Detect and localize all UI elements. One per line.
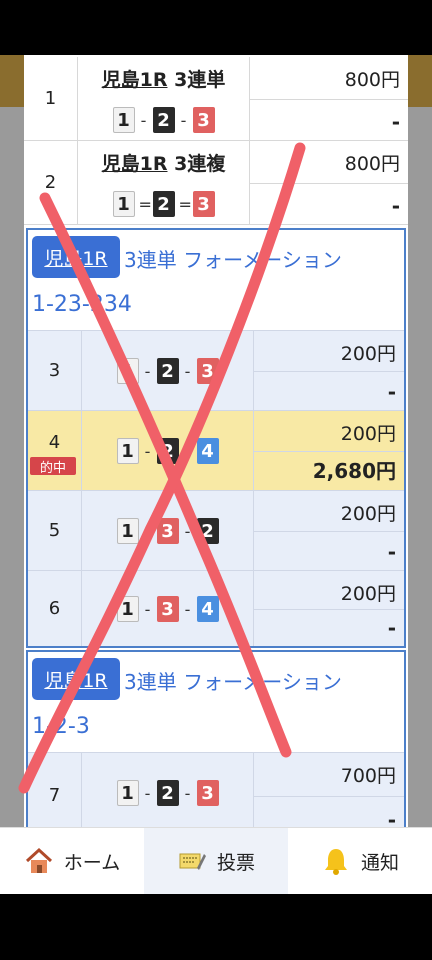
ticket-row[interactable]: 3 1- 2- 3 200円 - (28, 330, 404, 410)
nav-vote-label: 投票 (216, 851, 255, 874)
pick-1: 1 (116, 780, 139, 806)
bet-cell: 1- 3- 4 (82, 571, 254, 646)
pick-1: 1 (112, 107, 135, 133)
race-chip[interactable]: 児島1R (32, 658, 120, 700)
pick-2: 3 (156, 518, 179, 544)
bell-icon (324, 849, 347, 875)
nav-vote[interactable]: 投票 (144, 828, 288, 894)
race-link[interactable]: 児島1R (102, 153, 168, 175)
payout-amount: - (387, 380, 396, 404)
bet-cell: 1- 2- 3 (82, 753, 254, 827)
bet-amount: 800円 (344, 69, 400, 91)
race-label: 児島1R 3連単 (101, 69, 226, 91)
nav-home-label: ホーム (63, 851, 121, 874)
pick-3: 3 (192, 107, 215, 133)
payout-amount: - (387, 808, 396, 827)
bet-amount: 800円 (344, 153, 400, 175)
pick-2: 2 (152, 191, 175, 217)
pick-2: 2 (156, 358, 179, 384)
bet-cell: 1- 3- 2 (82, 491, 254, 570)
amount-cell: 800円 - (250, 57, 408, 140)
pick-3: 3 (192, 191, 215, 217)
pick-3: 3 (196, 358, 219, 384)
ticket-row[interactable]: 1 児島1R 3連単 1 - 2 - 3 800円 - (24, 57, 408, 141)
row-number: 3 (28, 331, 82, 410)
pick-3: 4 (196, 438, 219, 464)
group-combination: 1-23-234 (32, 292, 132, 317)
picks: 1 = 2 = 3 (78, 191, 249, 217)
amount-cell: 200円 - (254, 491, 404, 570)
row-number: 7 (28, 753, 82, 827)
picks: 1 - 2 - 3 (78, 107, 249, 133)
bet-amount: 700円 (340, 765, 396, 787)
amount-cell: 200円 2,680円 (254, 411, 404, 490)
pick-3: 3 (196, 780, 219, 806)
picks: 1- 2- 4 (82, 438, 253, 464)
amount-cell: 200円 - (254, 571, 404, 646)
group-title: 3連単 フォーメーション (124, 248, 342, 272)
pick-1: 1 (116, 518, 139, 544)
row-number: 6 (28, 571, 82, 646)
ticket-row-hit[interactable]: 4 的中 1- 2- 4 200円 2,680円 (28, 410, 404, 490)
race-chip[interactable]: 児島1R (32, 236, 120, 278)
pick-1: 1 (116, 596, 139, 622)
pick-2: 2 (156, 780, 179, 806)
bet-amount: 200円 (340, 583, 396, 605)
nav-notify-label: 通知 (360, 851, 399, 874)
pick-2: 2 (152, 107, 175, 133)
picks: 1- 3- 2 (82, 518, 253, 544)
nav-notify[interactable]: 通知 (288, 828, 432, 894)
bet-cell: 1- 2- 4 (82, 411, 254, 490)
pick-1: 1 (116, 358, 139, 384)
row-number: 4 的中 (28, 411, 82, 490)
bet-cell: 児島1R 3連単 1 - 2 - 3 (78, 57, 250, 140)
pick-1: 1 (116, 438, 139, 464)
home-icon (25, 847, 52, 873)
picks: 1- 3- 4 (82, 596, 253, 622)
status-bar (0, 0, 432, 55)
formation-group: 児島1R 3連単 フォーメーション 1-2-3 7 1- 2- 3 700円 - (26, 650, 406, 827)
payout-amount: - (387, 616, 396, 640)
row-number: 2 (24, 141, 78, 224)
amount-cell: 200円 - (254, 331, 404, 410)
payout-amount: - (391, 194, 400, 218)
pick-3: 4 (196, 596, 219, 622)
pick-3: 2 (196, 518, 219, 544)
payout-amount: - (391, 110, 400, 134)
formation-group: 児島1R 3連単 フォーメーション 1-23-234 3 1- 2- 3 200… (26, 228, 406, 648)
bet-cell: 児島1R 3連複 1 = 2 = 3 (78, 141, 250, 224)
ticket-row[interactable]: 5 1- 3- 2 200円 - (28, 490, 404, 570)
system-nav-bar (0, 894, 432, 960)
ticket-row[interactable]: 2 児島1R 3連複 1 = 2 = 3 800円 - (24, 141, 408, 225)
hit-badge: 的中 (30, 457, 76, 476)
picks: 1- 2- 3 (82, 358, 253, 384)
payout-amount: 2,680円 (312, 459, 396, 483)
bet-cell: 1- 2- 3 (82, 331, 254, 410)
ticket-row[interactable]: 6 1- 3- 4 200円 - (28, 570, 404, 646)
nav-home[interactable]: ホーム (0, 828, 144, 894)
pick-2: 2 (156, 438, 179, 464)
pick-2: 3 (156, 596, 179, 622)
ticket-row[interactable]: 7 1- 2- 3 700円 - (28, 752, 404, 827)
pick-1: 1 (112, 191, 135, 217)
payout-amount: - (387, 540, 396, 564)
ticket-sheet[interactable]: 1 児島1R 3連単 1 - 2 - 3 800円 - 2 児島1R 3連複 1… (24, 55, 408, 827)
bet-amount: 200円 (340, 423, 396, 445)
row-number: 5 (28, 491, 82, 570)
race-link[interactable]: 児島1R (102, 69, 168, 91)
group-title: 3連単 フォーメーション (124, 670, 342, 694)
row-number: 1 (24, 57, 78, 140)
bet-amount: 200円 (340, 343, 396, 365)
race-label: 児島1R 3連複 (101, 153, 226, 175)
bottom-navigation: ホーム 投票 通知 (0, 827, 432, 894)
amount-cell: 800円 - (250, 141, 408, 224)
bet-amount: 200円 (340, 503, 396, 525)
amount-cell: 700円 - (254, 753, 404, 827)
group-combination: 1-2-3 (32, 714, 90, 739)
picks: 1- 2- 3 (82, 780, 253, 806)
ticket-icon (179, 853, 206, 870)
